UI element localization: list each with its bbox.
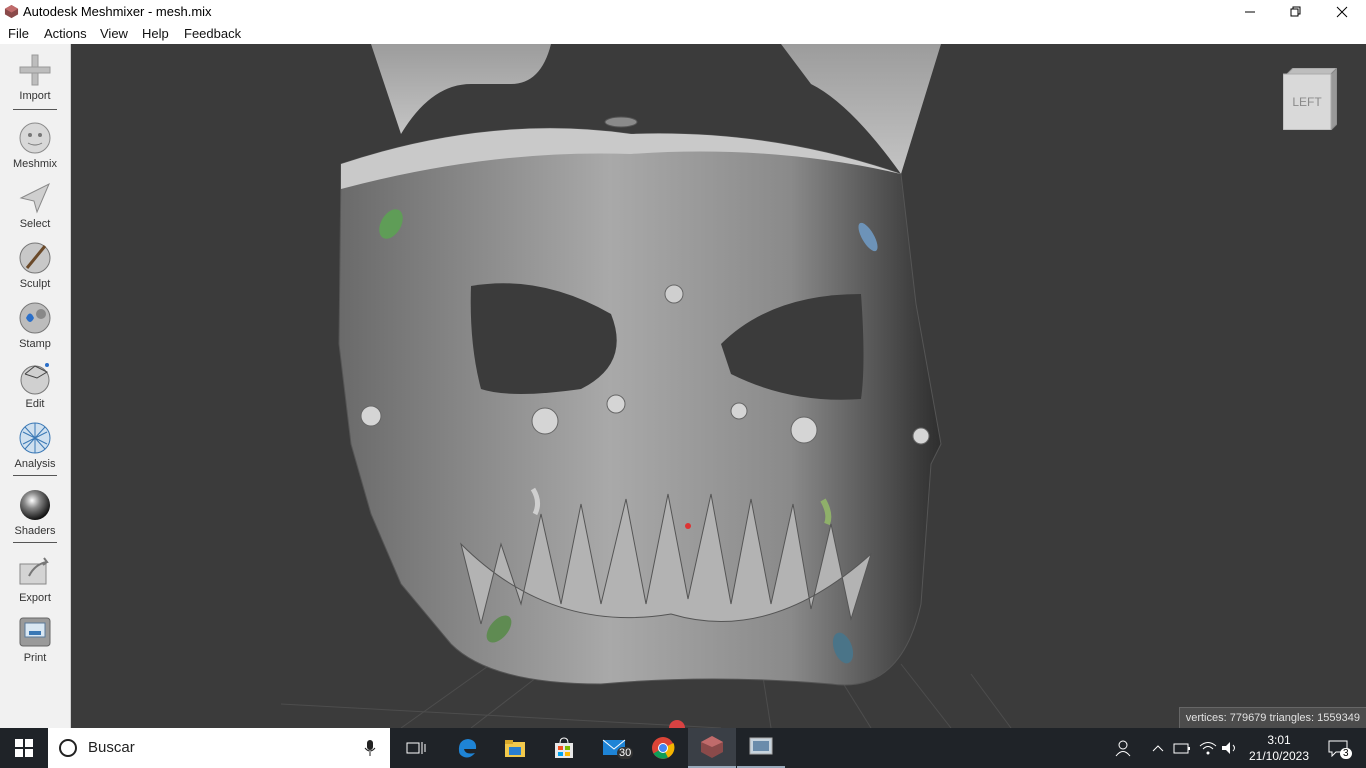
print-button[interactable]: Print [0,614,70,664]
select-button[interactable]: Select [0,180,70,230]
edge-icon [458,739,477,758]
sculpt-label: Sculpt [19,278,51,290]
windows-icon [15,739,33,757]
battery-icon [1173,743,1190,754]
meshmixer-icon [701,736,723,758]
import-icon [19,54,51,86]
restore-button[interactable] [1273,0,1319,23]
chrome-button[interactable] [639,728,687,768]
import-label: Import [19,90,51,102]
meshmix-button[interactable]: Meshmix [0,120,70,170]
title-bar: Autodesk Meshmixer - mesh.mix [0,0,1366,23]
store-icon [555,737,573,758]
meshmix-icon [19,122,51,154]
tool-sidebar: Import Meshmix Select Sculpt Stamp Edit … [0,44,71,728]
minimize-button[interactable] [1227,0,1273,23]
search-icon [59,739,77,757]
people-button[interactable] [1112,728,1136,768]
wifi-icon [1199,742,1217,755]
sidebar-divider [13,542,57,543]
edit-icon [20,363,50,395]
import-button[interactable]: Import [0,52,70,102]
export-label: Export [19,592,51,604]
task-view-icon [406,742,426,754]
task-view-button[interactable] [392,728,440,768]
clock-time: 3:01 [1267,733,1291,747]
sculpt-button[interactable]: Sculpt [0,240,70,290]
chrome-icon [652,737,675,759]
meshmix-label: Meshmix [12,158,57,170]
restore-icon [1290,6,1301,16]
sidebar-divider [13,475,57,476]
stamp-button[interactable]: Stamp [0,300,70,350]
wifi-button[interactable] [1198,728,1218,768]
meshmixer-app-icon [4,4,19,19]
file-explorer-button[interactable] [491,728,539,768]
stamp-icon [19,302,51,334]
start-button[interactable] [0,728,48,768]
export-icon [19,557,49,585]
menu-file[interactable]: File [8,26,29,41]
menu-help[interactable]: Help [142,26,169,41]
menu-bar: File Actions View Help Feedback [0,23,1366,45]
shaders-button[interactable]: Shaders [0,487,70,537]
edit-button[interactable]: Edit [0,360,70,410]
close-button[interactable] [1319,0,1365,23]
clock[interactable]: 3:01 21/10/2023 [1244,732,1314,764]
battery-button[interactable] [1172,728,1192,768]
edit-label: Edit [25,398,45,410]
print-label: Print [23,652,47,664]
show-hidden-icons-button[interactable] [1148,728,1168,768]
microphone-icon[interactable] [364,740,376,756]
viewcube[interactable]: LEFT [1283,68,1337,130]
chevron-up-icon [1152,745,1164,752]
close-icon [1336,6,1348,17]
analysis-button[interactable]: Analysis [0,420,70,470]
meshmixer-taskbar-button[interactable] [688,728,736,768]
app-taskbar-button[interactable] [737,728,785,768]
people-icon [1115,740,1131,757]
sidebar-divider [13,109,57,110]
stamp-label: Stamp [19,338,51,350]
menu-feedback[interactable]: Feedback [184,26,241,41]
search-placeholder: Buscar [88,739,135,756]
export-button[interactable]: Export [0,554,70,604]
mail-badge: 30 [617,747,634,759]
clock-date: 21/10/2023 [1248,749,1310,763]
mail-button[interactable]: 30 [592,728,640,768]
volume-icon [1222,742,1235,754]
menu-actions[interactable]: Actions [44,26,87,41]
monitor-app-icon [749,737,773,755]
shaders-label: Shaders [14,525,56,537]
search-box[interactable]: Buscar [48,728,390,768]
action-center-button[interactable]: 3 [1318,728,1358,768]
volume-button[interactable] [1220,728,1240,768]
folder-icon [505,740,525,757]
analysis-icon [19,422,51,454]
taskbar: Buscar 30 3:01 21/10/2023 3 [0,728,1366,768]
shaders-icon [20,490,50,520]
sculpt-icon [19,242,51,274]
analysis-label: Analysis [14,458,56,470]
viewcube-face-label: LEFT [1292,95,1322,109]
mask-model[interactable] [71,44,1366,728]
store-button[interactable] [540,728,588,768]
minimize-icon [1245,11,1255,12]
select-icon [19,182,50,214]
3d-viewport[interactable]: LEFT vertices: 779679 triangles: 1559349 [71,44,1366,728]
edge-taskbar-button[interactable] [443,728,491,768]
window-title: Autodesk Meshmixer - mesh.mix [23,4,212,19]
select-label: Select [19,218,51,230]
print-icon [19,617,51,647]
menu-view[interactable]: View [100,26,128,41]
mesh-stats: vertices: 779679 triangles: 1559349 [1178,707,1366,728]
notification-badge: 3 [1340,748,1352,759]
